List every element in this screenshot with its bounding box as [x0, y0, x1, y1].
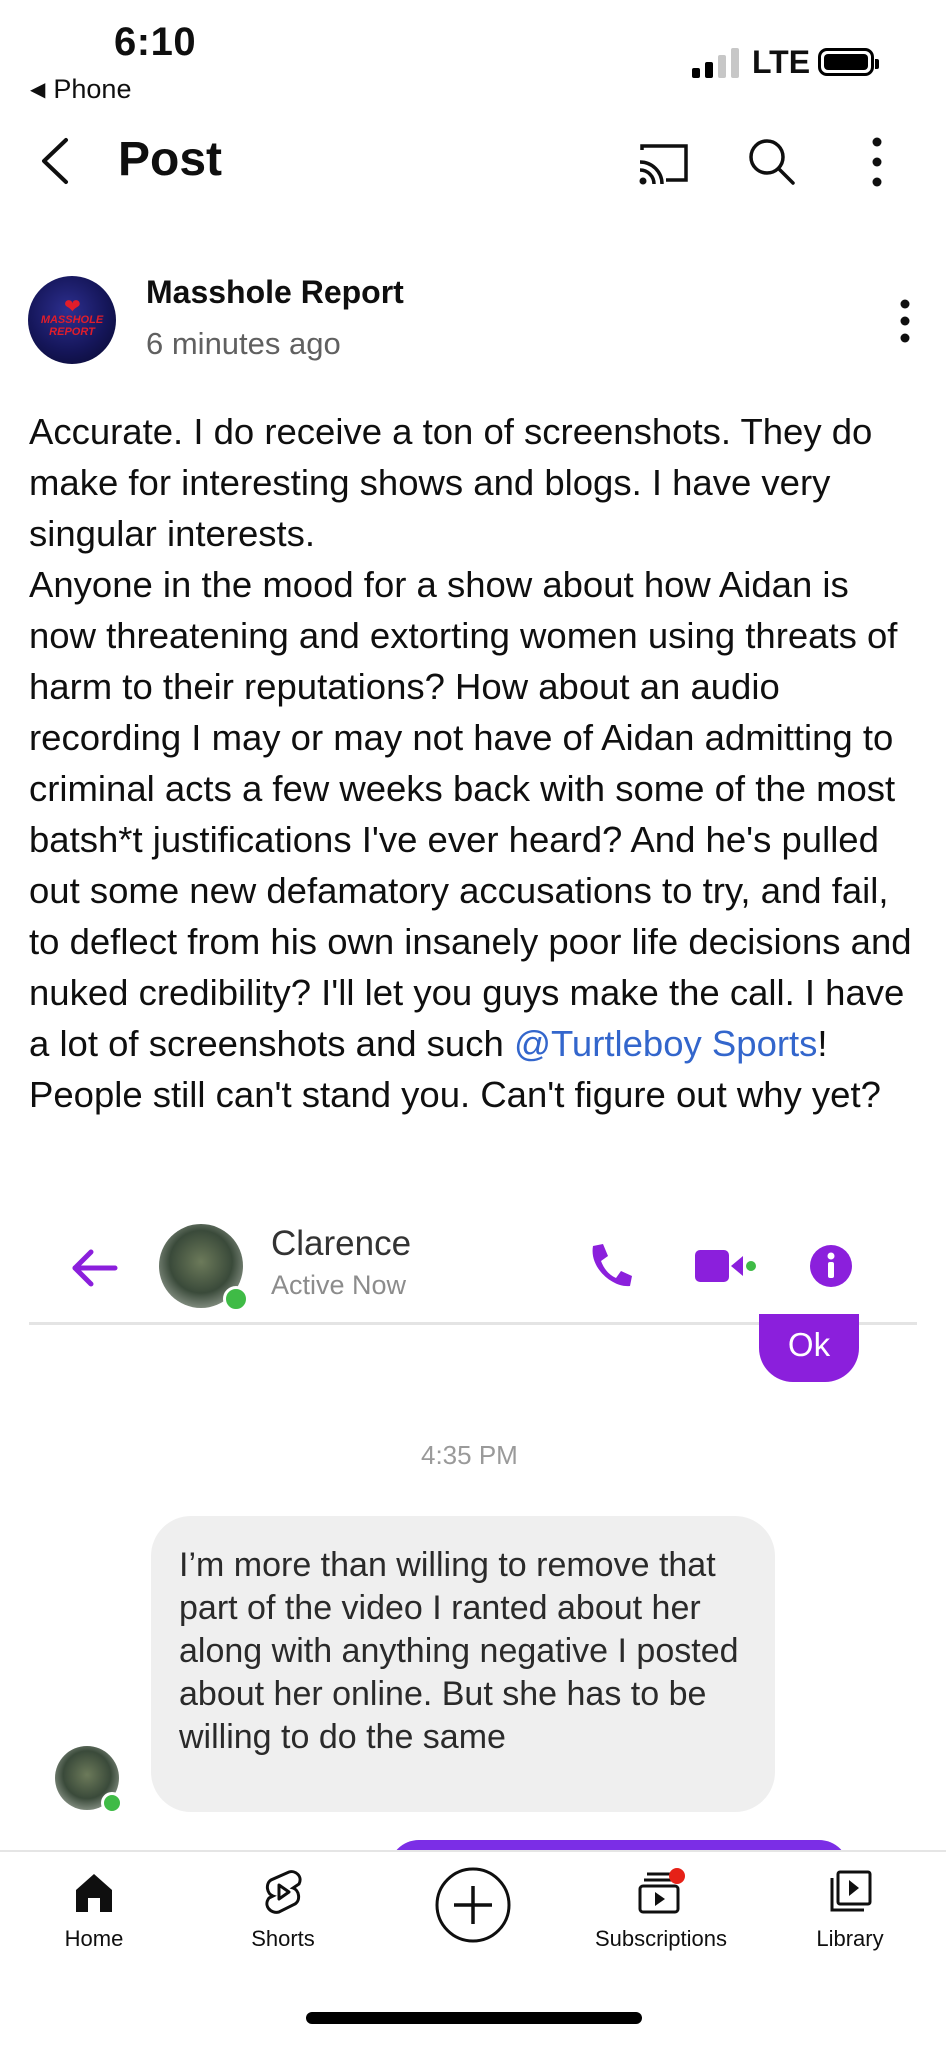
post-text-main: Accurate. I do receive a ton of screensh… [29, 411, 912, 1064]
channel-name[interactable]: Masshole Report [146, 274, 404, 311]
cast-icon[interactable] [636, 140, 692, 186]
nav-home[interactable]: Home [4, 1868, 184, 1952]
page-title: Post [118, 133, 223, 186]
post-image[interactable]: Clarence Active Now Ok 4:35 PM I’m more … [29, 1214, 917, 1850]
phone-icon [592, 1244, 632, 1287]
avatar-logo-text: MASSHOLE REPORT [40, 314, 104, 338]
more-options-icon[interactable] [862, 134, 892, 190]
signal-icon [692, 46, 739, 78]
video-icon [695, 1250, 756, 1282]
battery-icon [818, 48, 879, 76]
channel-avatar[interactable]: ❤ MASSHOLE REPORT [28, 276, 116, 364]
nav-library-label: Library [816, 1926, 884, 1951]
status-time: 6:10 [114, 20, 197, 64]
back-app-label: Phone [53, 74, 132, 104]
back-triangle-icon: ◀ [30, 79, 46, 101]
shorts-icon [265, 1870, 302, 1914]
received-message-text: I’m more than willing to remove that par… [179, 1546, 748, 1756]
info-icon [810, 1245, 852, 1287]
search-icon[interactable] [746, 136, 796, 186]
nav-shorts-label: Shorts [251, 1926, 315, 1951]
post-body: Accurate. I do receive a ton of screensh… [29, 406, 919, 1120]
subscriptions-icon [638, 1868, 685, 1914]
messenger-back-icon [72, 1249, 118, 1287]
nav-shorts[interactable]: Shorts [193, 1868, 373, 1952]
nav-subscriptions-label: Subscriptions [594, 1926, 728, 1951]
nav-home-label: Home [64, 1926, 124, 1951]
nav-library[interactable]: Library [760, 1868, 940, 1952]
library-icon [830, 1870, 872, 1912]
message-timestamp: 4:35 PM [421, 1440, 518, 1470]
contact-name: Clarence [271, 1224, 412, 1263]
nav-subscriptions[interactable]: Subscriptions [571, 1868, 751, 1952]
post-menu-icon[interactable] [890, 296, 920, 346]
mention-link[interactable]: @Turtleboy Sports [514, 1023, 817, 1064]
home-icon [76, 1874, 112, 1912]
post-time: 6 minutes ago [146, 326, 341, 361]
online-dot [223, 1286, 249, 1312]
create-plus-icon[interactable] [434, 1866, 512, 1944]
back-to-app-link[interactable]: ◀ Phone [30, 74, 131, 105]
contact-status: Active Now [271, 1270, 407, 1300]
sent-message-bubble-partial [389, 1840, 849, 1850]
network-label: LTE [752, 44, 811, 80]
back-arrow-icon[interactable] [36, 136, 76, 186]
home-indicator[interactable] [306, 2012, 642, 2024]
sender-online-dot [101, 1792, 123, 1814]
messenger-header: Clarence Active Now [29, 1214, 917, 1325]
ok-message-bubble: Ok [759, 1314, 859, 1382]
